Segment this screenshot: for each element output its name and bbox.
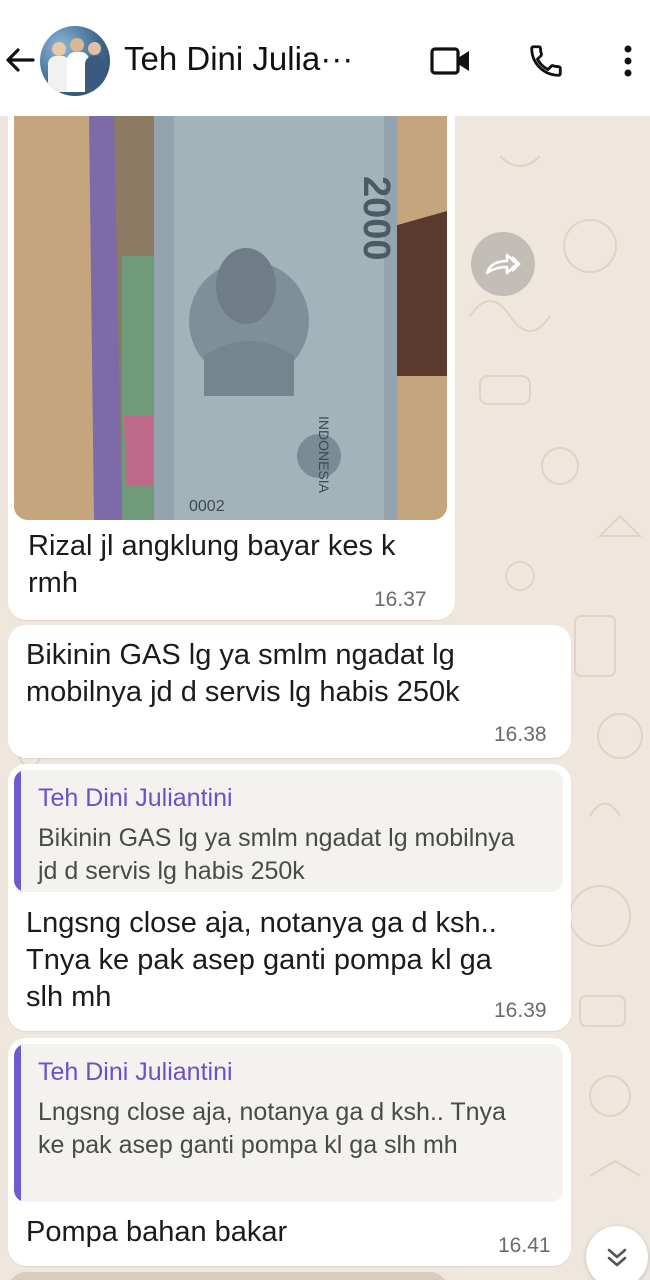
svg-text:0002: 0002: [189, 498, 225, 515]
back-arrow-icon[interactable]: [2, 38, 38, 82]
message-time: 16.41: [498, 1234, 551, 1257]
quote-accent-bar: [14, 770, 21, 892]
message-text: Lngsng close aja, notanya ga d ksh.. Tny…: [26, 907, 497, 1013]
banknote-photo[interactable]: 2000 INDONESIA 0002: [14, 116, 447, 520]
message-time: 16.39: [494, 999, 547, 1022]
video-call-icon[interactable]: [428, 38, 474, 84]
message-time: 16.37: [374, 588, 427, 611]
avatar[interactable]: [40, 26, 110, 96]
svg-text:INDONESIA: INDONESIA: [316, 416, 332, 494]
message-bubble-reply[interactable]: Teh Dini Juliantini Bikinin GAS lg ya sm…: [8, 764, 571, 1031]
quoted-sender: Teh Dini Juliantini: [38, 784, 233, 812]
chat-area[interactable]: 2000 INDONESIA 0002 Rizal jl angklung ba…: [0, 116, 650, 1280]
message-bubble-reply[interactable]: Teh Dini Juliantini Lngsng close aja, no…: [8, 1038, 571, 1266]
chat-header: Teh Dini Julia···: [0, 0, 650, 116]
svg-text:2000: 2000: [355, 176, 397, 261]
message-text: Pompa bahan bakar: [26, 1216, 288, 1248]
quoted-message[interactable]: Teh Dini Juliantini Lngsng close aja, no…: [14, 1044, 563, 1202]
quoted-sender: Teh Dini Juliantini: [38, 1058, 233, 1086]
quote-accent-bar: [14, 1044, 21, 1202]
quoted-message[interactable]: Teh Dini Juliantini Bikinin GAS lg ya sm…: [14, 770, 563, 892]
message-bubble-image[interactable]: 2000 INDONESIA 0002 Rizal jl angklung ba…: [8, 116, 455, 620]
more-vert-icon[interactable]: [606, 38, 650, 84]
quoted-text: Bikinin GAS lg ya smlm ngadat lg mobilny…: [38, 824, 515, 885]
message-text: Bikinin GAS lg ya smlm ngadat lg mobilny…: [26, 639, 460, 708]
scroll-down-icon[interactable]: [586, 1226, 648, 1280]
forward-icon[interactable]: [471, 232, 535, 296]
voice-call-icon[interactable]: [523, 38, 569, 84]
message-time: 16.38: [494, 723, 547, 746]
contact-name[interactable]: Teh Dini Julia···: [124, 40, 394, 78]
quoted-text: Lngsng close aja, notanya ga d ksh.. Tny…: [38, 1098, 506, 1159]
message-bubble-text[interactable]: Bikinin GAS lg ya smlm ngadat lg mobilny…: [8, 625, 571, 758]
next-message-partial: [8, 1272, 448, 1280]
